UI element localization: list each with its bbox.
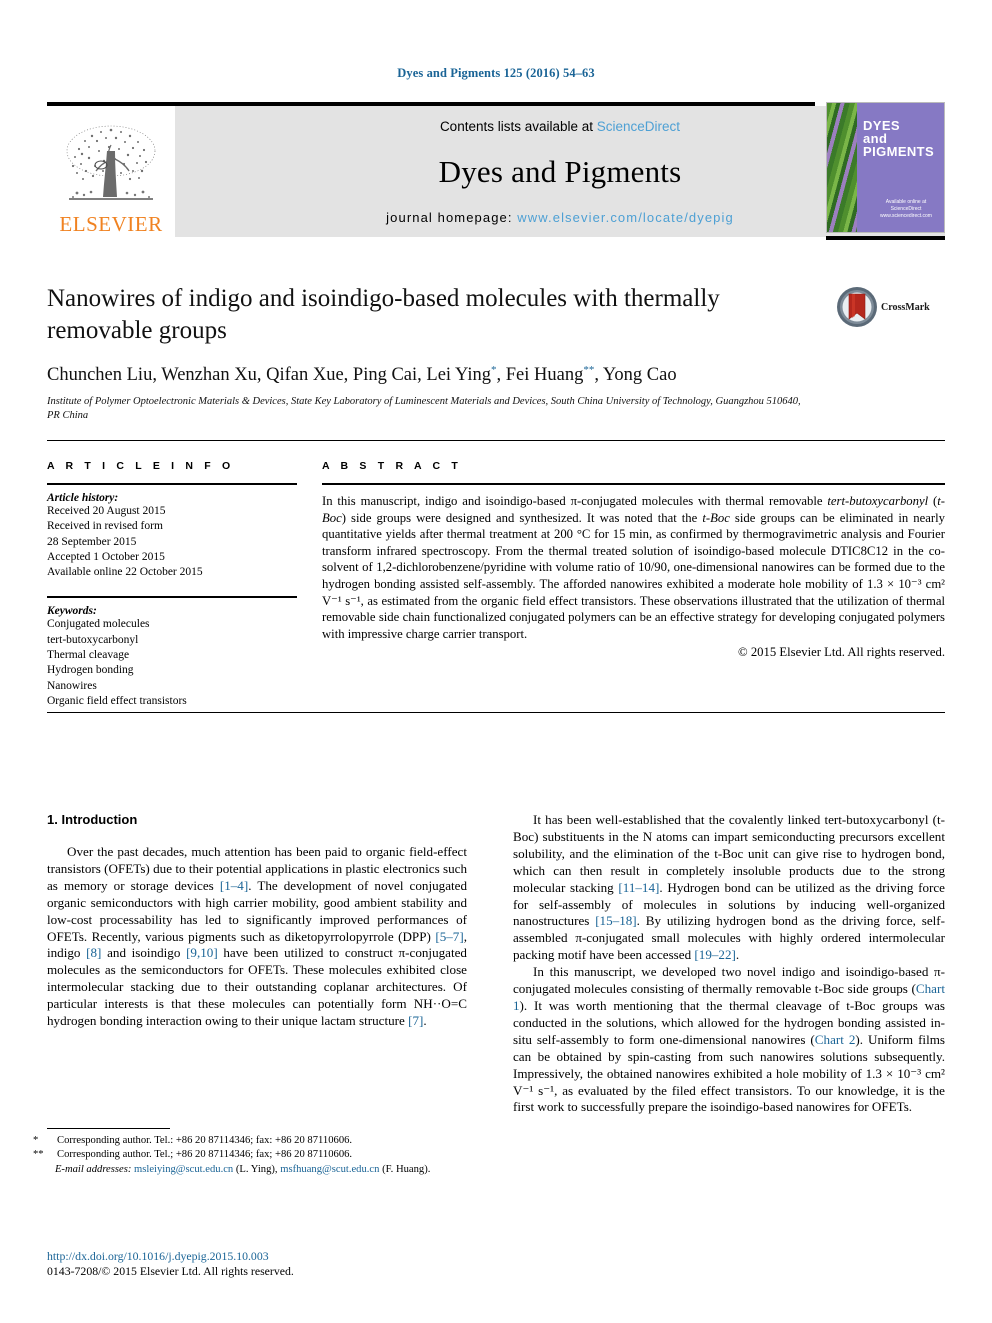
homepage-prefix: journal homepage:	[386, 210, 518, 225]
keyword-item: Thermal cleavage	[47, 649, 130, 662]
footnote-marker-1: *	[33, 1135, 39, 1146]
authors-mid: , Fei Huang	[496, 365, 584, 386]
footnote-rule	[47, 1128, 170, 1129]
authors-suffix: , Yong Cao	[594, 365, 677, 386]
footnote-corresponding-2: ** Corresponding author. Tel.; +86 20 871…	[33, 1148, 479, 1162]
divider-above-abstract	[47, 440, 945, 441]
elsevier-tree-icon	[66, 125, 156, 200]
affiliation: Institute of Polymer Optoelectronic Mate…	[47, 396, 801, 422]
crossmark-badge[interactable]: CrossMark	[836, 285, 936, 329]
cover-footer-line2: ScienceDirect	[890, 206, 922, 212]
masthead-body: ELSEVIER Contents lists available at Sci…	[47, 106, 945, 237]
cover-bottom-rule	[826, 236, 945, 240]
history-line: Available online 22 October 2015	[47, 566, 203, 579]
email-link-1[interactable]: msleiying@scut.edu.cn	[134, 1164, 233, 1175]
history-line: 28 September 2015	[47, 535, 137, 548]
journal-cover-image: DYES and PIGMENTS Available online at Sc…	[826, 102, 945, 233]
title-block: Nanowires of indigo and isoindigo-based …	[47, 283, 827, 423]
keywords-block: Keywords: Conjugated molecules tert-buto…	[47, 596, 297, 709]
section-heading-introduction: 1. Introduction	[47, 812, 138, 827]
email-owner-1: (L. Ying),	[235, 1164, 278, 1175]
cover-title: DYES and PIGMENTS	[863, 119, 934, 158]
keywords-label: Keywords:	[47, 605, 97, 618]
cover-footer-line1: Available online at	[885, 199, 927, 205]
footnote-text-2: Corresponding author. Tel.; +86 20 87114…	[57, 1149, 353, 1160]
keyword-item: tert-butoxycarbonyl	[47, 633, 139, 646]
footer-doi-block: http://dx.doi.org/10.1016/j.dyepig.2015.…	[47, 1249, 479, 1279]
email-owner-2: (F. Huang).	[382, 1164, 431, 1175]
article-history-label: Article history:	[47, 492, 119, 504]
abstract-rule	[322, 483, 945, 485]
authors-prefix: Chunchen Liu, Wenzhan Xu, Qifan Xue, Pin…	[47, 365, 491, 386]
footnote-text-1: Corresponding author. Tel.: +86 20 87114…	[57, 1135, 353, 1146]
cover-footer: Available online at ScienceDirect www.sc…	[875, 199, 937, 220]
footnote-emails: E-mail addresses: msleiying@scut.edu.cn …	[47, 1163, 479, 1177]
author-list: Chunchen Liu, Wenzhan Xu, Qifan Xue, Pin…	[47, 364, 827, 386]
author-footnote-marker-2: **	[583, 364, 595, 376]
article-info-rule	[47, 483, 297, 485]
footnote-corresponding-1: * Corresponding author. Tel.: +86 20 8711…	[33, 1134, 479, 1148]
abstract-heading: A B S T R A C T	[322, 460, 462, 472]
cover-footer-line3: www.sciencedirect.com	[880, 213, 932, 219]
page-title: Nanowires of indigo and isoindigo-based …	[47, 285, 720, 344]
divider-below-abstract	[47, 712, 945, 713]
cover-art-strip	[827, 103, 857, 232]
running-head: Dyes and Pigments 125 (2016) 54–63	[397, 66, 595, 80]
crossmark-icon	[837, 287, 877, 327]
abstract-text: In this manuscript, indigo and isoindigo…	[322, 494, 945, 641]
journal-masthead: ELSEVIER Contents lists available at Sci…	[47, 102, 945, 237]
paper-page: Dyes and Pigments 125 (2016) 54–63 ELSEV…	[0, 0, 992, 1323]
abstract-column: A B S T R A C T In this manuscript, indi…	[322, 460, 945, 660]
body-column-right: It has been well-established that the co…	[513, 812, 945, 1116]
email-link-2[interactable]: msfhuang@scut.edu.cn	[280, 1164, 379, 1175]
keyword-item: Organic field effect transistors	[47, 694, 187, 707]
contents-prefix: Contents lists available at	[439, 119, 597, 134]
elsevier-wordmark: ELSEVIER	[59, 212, 163, 236]
doi-link[interactable]: http://dx.doi.org/10.1016/j.dyepig.2015.…	[47, 1249, 479, 1264]
journal-cover: DYES and PIGMENTS Available online at Sc…	[826, 102, 945, 233]
body-paragraph: Over the past decades, much attention ha…	[47, 844, 467, 1029]
keyword-item: Nanowires	[47, 679, 97, 692]
journal-homepage-line: journal homepage: www.elsevier.com/locat…	[386, 210, 734, 225]
issn-copyright: 0143-7208/© 2015 Elsevier Ltd. All right…	[47, 1264, 294, 1278]
history-line: Received in revised form	[47, 520, 163, 533]
elsevier-logo: ELSEVIER	[47, 106, 175, 237]
abstract-copyright: © 2015 Elsevier Ltd. All rights reserved…	[738, 645, 945, 660]
footnote-marker-2: **	[33, 1149, 44, 1160]
email-addresses-label: E-mail addresses:	[54, 1164, 132, 1175]
footnotes-block: * Corresponding author. Tel.: +86 20 8711…	[33, 1128, 479, 1177]
keywords-rule	[47, 596, 297, 599]
history-line: Received 20 August 2015	[47, 505, 166, 517]
article-info-heading: A R T I C L E I N F O	[47, 460, 235, 472]
keyword-item: Conjugated molecules	[47, 618, 150, 631]
history-line: Accepted 1 October 2015	[47, 550, 165, 563]
body-paragraph: It has been well-established that the co…	[513, 812, 945, 963]
crossmark-label: CrossMark	[881, 301, 930, 313]
sciencedirect-link[interactable]: ScienceDirect	[597, 119, 680, 134]
keyword-item: Hydrogen bonding	[47, 664, 134, 677]
contents-available-line: Contents lists available at ScienceDirec…	[440, 119, 680, 134]
body-paragraph: In this manuscript, we developed two nov…	[513, 964, 945, 1115]
journal-homepage-link[interactable]: www.elsevier.com/locate/dyepig	[517, 210, 734, 225]
journal-title: Dyes and Pigments	[438, 154, 682, 189]
article-info-column: A R T I C L E I N F O Article history: R…	[47, 460, 297, 709]
body-column-left: 1. Introduction Over the past decades, m…	[47, 812, 467, 1030]
cover-title-line3: PIGMENTS	[863, 144, 935, 159]
